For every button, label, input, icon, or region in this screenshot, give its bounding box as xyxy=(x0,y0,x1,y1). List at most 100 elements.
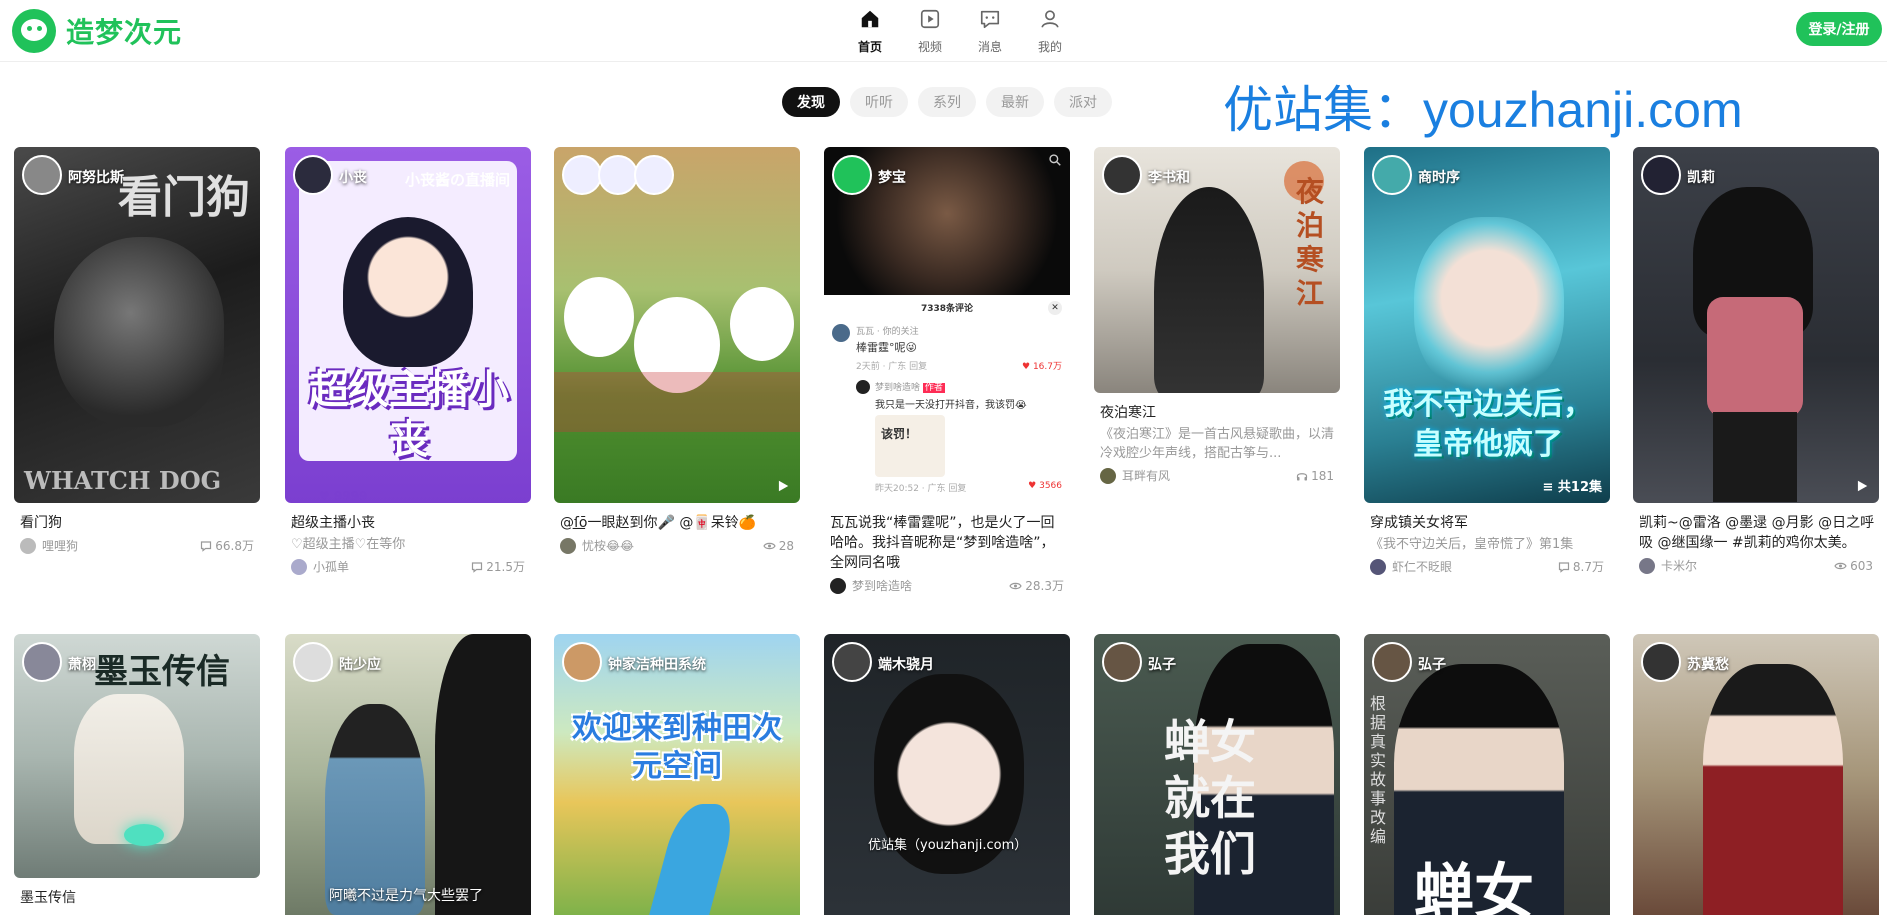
reply-meta: 昨天20:52 · 广东 回复 xyxy=(875,484,967,494)
comment-user: 瓦瓦 xyxy=(856,327,875,337)
cover-title: 看门狗 xyxy=(118,172,250,223)
filter-listen[interactable]: 听听 xyxy=(850,87,908,117)
card-cover[interactable]: 端木骁月 优站集（youzhanji.com） xyxy=(824,634,1070,915)
card-meta: 耳畔有风 181 xyxy=(1094,467,1340,484)
cover-legs xyxy=(1713,412,1797,502)
content-card[interactable]: 端木骁月 优站集（youzhanji.com） xyxy=(824,634,1070,915)
content-card[interactable]: 苏冀愁 xyxy=(1633,634,1879,915)
content-card[interactable]: 商时序 我不守边关后，皇帝他疯了 ≡ 共12集 穿成镇关女将军 《我不守边关后，… xyxy=(1364,147,1610,575)
card-title[interactable]: 墨玉传信 xyxy=(14,888,260,908)
watermark-text: 优站集：youzhanji.com xyxy=(1223,82,1743,138)
reply-user: 梦到啥造啥 xyxy=(875,383,921,393)
card-cover[interactable]: 梦宝 7338条评论 ✕ 瓦瓦 · 你的关注 棒雷霆°呢😜 2天前 · 广东 回… xyxy=(824,147,1070,503)
filter-series[interactable]: 系列 xyxy=(918,87,976,117)
card-user[interactable]: 卡米尔 xyxy=(1639,557,1697,574)
cover-big-title: 欢迎来到种田次元空间 xyxy=(572,711,782,784)
content-card[interactable]: 陆少应 阿曦不过是力气大些罢了 xyxy=(285,634,531,915)
card-cover[interactable]: 苏冀愁 xyxy=(1633,634,1879,915)
card-desc: 《我不守边关后，皇帝慌了》第1集 xyxy=(1370,537,1574,552)
card-user[interactable]: 小孤单 xyxy=(291,558,349,575)
content-card[interactable]: 弘子 蝉女就在我们 xyxy=(1094,634,1340,915)
content-card[interactable]: 小丧 小丧酱の直播间 超级主播小丧 ♥ 9999 超级主播小丧 ♡超级主播♡在等… xyxy=(285,147,531,575)
card-title[interactable]: 瓦瓦说我“棒雷霆呢”，也是火了一回哈哈。我抖音昵称是“梦到啥造啥”，全网同名哦 xyxy=(824,513,1070,573)
card-user[interactable]: 梦到啥造啥 xyxy=(830,577,912,594)
content-card[interactable]: 萧栩 墨玉传信 墨玉传信 xyxy=(14,634,260,908)
content-card[interactable]: 弘子 根据真实故事改编 蝉女 xyxy=(1364,634,1610,915)
comment-panel: 7338条评论 ✕ 瓦瓦 · 你的关注 棒雷霆°呢😜 2天前 · 广东 回复 ♥… xyxy=(824,295,1070,503)
card-cover[interactable]: 阿努比斯 看门狗 WHATCH DOG xyxy=(14,147,260,503)
card-title[interactable]: 穿成镇关女将军 xyxy=(1364,513,1610,533)
card-title[interactable]: 看门狗 xyxy=(14,513,260,533)
filter-party[interactable]: 派对 xyxy=(1054,87,1112,117)
content-card[interactable]: 李书和 夜泊寒江 夜泊寒江 《夜泊寒江》是一首古风悬疑歌曲，以清冷戏腔少年声线，… xyxy=(1094,147,1340,484)
nav-label: 视频 xyxy=(917,40,942,54)
content-card[interactable]: 钟家洁种田系统 欢迎来到种田次元空间 xyxy=(554,634,800,915)
play-icon[interactable] xyxy=(1855,479,1869,493)
user-name: 卡米尔 xyxy=(1661,559,1698,573)
card-user[interactable]: 耳畔有风 xyxy=(1100,467,1170,484)
content-card[interactable]: 梦宝 7338条评论 ✕ 瓦瓦 · 你的关注 棒雷霆°呢😜 2天前 · 广东 回… xyxy=(824,147,1070,594)
nav-item-message[interactable]: 消息 xyxy=(960,6,1020,55)
nav-item-profile[interactable]: 我的 xyxy=(1020,6,1080,55)
content-card[interactable]: @ſ͟ō一眼赵到你🎤 @🀄呆铃🍊 忧桉😂😂 28 xyxy=(554,147,800,554)
reply-text: 我只是一天没打开抖音，我该罚😭 xyxy=(875,400,1027,411)
content-card[interactable]: 阿努比斯 看门狗 WHATCH DOG 看门狗 哩哩狗 66.8万 xyxy=(14,147,260,554)
cover-body xyxy=(1707,297,1803,417)
cover-author-name: 端木骁月 xyxy=(878,657,934,673)
card-title[interactable]: 夜泊寒江 xyxy=(1094,403,1340,423)
filter-tabs: 发现 听听 系列 最新 派对 xyxy=(782,87,1122,117)
card-user[interactable]: 哩哩狗 xyxy=(20,537,78,554)
card-cover[interactable] xyxy=(554,147,800,503)
card-cover[interactable]: 萧栩 墨玉传信 xyxy=(14,634,260,878)
card-cover[interactable]: 钟家洁种田系统 欢迎来到种田次元空间 xyxy=(554,634,800,915)
cover-drums xyxy=(554,372,800,432)
stat-value: 603 xyxy=(1850,558,1873,573)
filter-latest[interactable]: 最新 xyxy=(986,87,1044,117)
filter-discover[interactable]: 发现 xyxy=(782,87,840,117)
nav-item-home[interactable]: 首页 xyxy=(840,6,900,55)
cover-author-name: 商时序 xyxy=(1418,170,1460,186)
login-register-button[interactable]: 登录/注册 xyxy=(1796,12,1882,46)
card-cover[interactable]: 凯莉 xyxy=(1633,147,1879,503)
app-logo[interactable]: 造梦次元 xyxy=(12,8,182,54)
reply-sticker: 该罚！ xyxy=(875,415,945,477)
card-title[interactable]: 超级主播小丧 xyxy=(285,513,531,533)
card-cover[interactable]: 弘子 蝉女就在我们 xyxy=(1094,634,1340,915)
card-cover[interactable]: 弘子 根据真实故事改编 蝉女 xyxy=(1364,634,1610,915)
card-cover[interactable]: 小丧 小丧酱の直播间 超级主播小丧 ♥ 9999 xyxy=(285,147,531,503)
author-avatar xyxy=(293,642,333,682)
card-title[interactable]: 凯莉~@雷洛 @墨逯 @月影 @日之呼吸 @继国缘一 #凯莉的鸡你太美。 xyxy=(1633,513,1879,553)
card-cover[interactable]: 商时序 我不守边关后，皇帝他疯了 ≡ 共12集 xyxy=(1364,147,1610,503)
user-avatar xyxy=(1100,467,1116,484)
home-icon xyxy=(857,6,883,32)
card-meta: 哩哩狗 66.8万 xyxy=(14,537,260,554)
content-card[interactable]: 凯莉 凯莉~@雷洛 @墨逯 @月影 @日之呼吸 @继国缘一 #凯莉的鸡你太美。 … xyxy=(1633,147,1879,574)
card-stat: 603 xyxy=(1834,559,1873,573)
user-name: 忧桉😂😂 xyxy=(582,539,635,553)
card-user[interactable]: 虾仁不眨眼 xyxy=(1370,558,1452,575)
user-avatar xyxy=(20,537,36,554)
user-icon xyxy=(1037,6,1063,32)
nav-label: 我的 xyxy=(1037,40,1062,54)
search-icon[interactable] xyxy=(1048,153,1062,167)
author-avatar xyxy=(634,155,674,195)
user-avatar xyxy=(291,558,307,575)
cover-author-name: 陆少应 xyxy=(339,657,381,673)
card-user[interactable]: 忧桉😂😂 xyxy=(560,537,634,554)
card-desc: ♡超级主播♡在等你 xyxy=(291,537,406,552)
card-cover[interactable]: 李书和 夜泊寒江 xyxy=(1094,147,1340,393)
cover-author-name: 凯莉 xyxy=(1687,170,1715,186)
user-avatar xyxy=(560,537,576,554)
card-stat: 28 xyxy=(763,539,794,553)
play-icon[interactable] xyxy=(776,479,790,493)
card-cover[interactable]: 陆少应 阿曦不过是力气大些罢了 xyxy=(285,634,531,915)
close-icon[interactable]: ✕ xyxy=(1048,301,1062,315)
author-avatar xyxy=(1102,155,1142,195)
nav-item-video[interactable]: 视频 xyxy=(900,6,960,55)
video-icon xyxy=(917,6,943,32)
card-title[interactable]: @ſ͟ō一眼赵到你🎤 @🀄呆铃🍊 xyxy=(554,513,800,533)
user-avatar xyxy=(1639,557,1655,574)
cover-illustration xyxy=(1154,187,1264,393)
cover-vertical-title: 蝉女就在我们 xyxy=(1164,715,1256,881)
cover-figure xyxy=(435,634,531,915)
